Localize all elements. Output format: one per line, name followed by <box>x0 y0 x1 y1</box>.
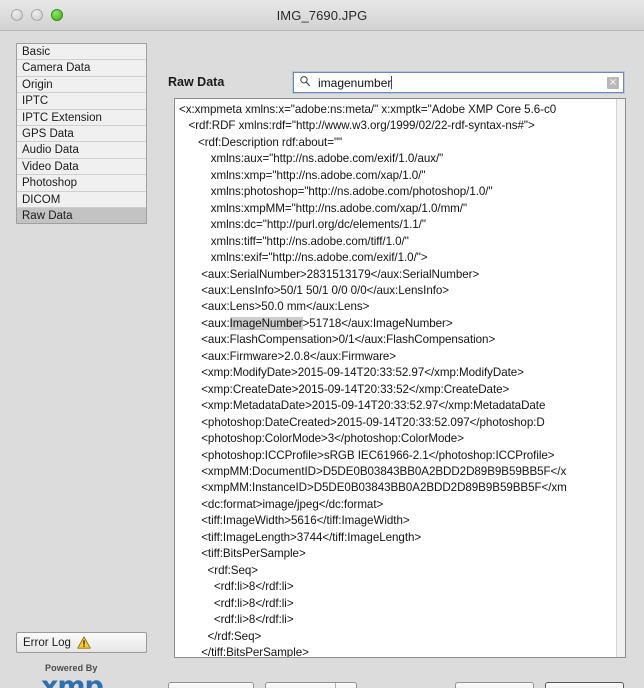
zoom-button[interactable] <box>51 9 63 21</box>
raw-data-line: <xmp:CreateDate>2015-09-14T20:33:52</xmp… <box>179 382 510 396</box>
sidebar-item-camera-data[interactable]: Camera Data <box>17 60 146 77</box>
raw-data-line: <rdf:RDF xmlns:rdf="http://www.w3.org/19… <box>179 119 535 133</box>
raw-data-line: </rdf:Seq> <box>179 629 262 643</box>
search-input-text: imagenumber <box>318 75 392 90</box>
text-cursor <box>391 75 393 89</box>
ok-button[interactable]: OK <box>545 682 624 688</box>
raw-data-section-label: Raw Data <box>168 75 225 89</box>
raw-data-line: <photoshop:DateCreated>2015-09-14T20:33:… <box>179 415 545 429</box>
search-field[interactable]: imagenumber × <box>293 72 624 93</box>
sidebar-item-dicom[interactable]: DICOM <box>17 191 146 208</box>
sidebar-item-label: Basic <box>22 46 51 58</box>
sidebar-item-label: Camera Data <box>22 62 91 75</box>
vertical-scrollbar[interactable] <box>616 99 625 657</box>
raw-data-line: <rdf:li>8</rdf:li> <box>179 580 294 594</box>
sidebar-item-video-data[interactable]: Video Data <box>17 158 146 176</box>
raw-data-lines: <x:xmpmeta xmlns:x="adobe:ns:meta/" x:xm… <box>175 99 616 657</box>
sidebar-item-label: Video Data <box>22 160 79 173</box>
sidebar-item-iptc-extension[interactable]: IPTC Extension <box>17 109 146 126</box>
raw-data-line: xmlns:aux="http://ns.adobe.com/exif/1.0/… <box>179 152 444 166</box>
raw-data-line: <photoshop:ColorMode>3</photoshop:ColorM… <box>179 432 464 446</box>
error-log-button[interactable]: Error Log <box>16 632 147 653</box>
template-divider <box>335 683 336 688</box>
search-match-highlight: ImageNumber <box>229 316 303 330</box>
sidebar-item-label: GPS Data <box>22 127 74 140</box>
window-title: IMG_7690.JPG <box>276 7 368 23</box>
raw-data-line: xmlns:xmp="http://ns.adobe.com/xap/1.0/" <box>179 168 426 182</box>
raw-data-line: <dc:format>image/jpeg</dc:format> <box>179 497 384 511</box>
warning-triangle-icon <box>77 636 91 649</box>
raw-data-line: <xmpMM:DocumentID>D5DE0B03843BB0A2BDD2D8… <box>179 464 567 478</box>
raw-data-line: </tiff:BitsPerSample> <box>179 645 309 657</box>
raw-data-line: xmlns:dc="http://purl.org/dc/elements/1.… <box>179 218 426 232</box>
raw-data-line: <rdf:Description rdf:about="" <box>179 135 343 149</box>
raw-data-line: xmlns:photoshop="http://ns.adobe.com/pho… <box>179 185 493 199</box>
sidebar-item-audio-data[interactable]: Audio Data <box>17 142 146 159</box>
raw-data-line: <aux:Lens>50.0 mm</aux:Lens> <box>179 300 370 314</box>
sidebar-item-raw-data[interactable]: Raw Data <box>17 207 146 223</box>
error-log-label: Error Log <box>23 636 71 649</box>
sidebar-item-label: Origin <box>22 78 53 91</box>
raw-data-line: <aux:FlashCompensation>0/1</aux:FlashCom… <box>179 333 496 347</box>
raw-data-line: <aux:Firmware>2.0.8</aux:Firmware> <box>179 349 397 363</box>
raw-data-line: <rdf:Seq> <box>179 563 259 577</box>
raw-data-text-area[interactable]: <x:xmpmeta xmlns:x="adobe:ns:meta/" x:xm… <box>174 98 626 658</box>
minimize-button[interactable] <box>31 9 43 21</box>
template-button[interactable]: Template ▼ <box>265 682 357 688</box>
category-list[interactable]: Basic Camera Data Origin IPTC IPTC Extension… <box>16 43 147 224</box>
window-controls <box>11 0 63 30</box>
raw-data-line: <x:xmpmeta xmlns:x="adobe:ns:meta/" x:xm… <box>179 103 557 116</box>
raw-data-line: <tiff:BitsPerSample> <box>179 547 306 561</box>
raw-data-line: xmlns:tiff="http://ns.adobe.com/tiff/1.0… <box>179 234 409 248</box>
cancel-button[interactable]: Cancel <box>455 682 534 688</box>
raw-data-line: <aux:SerialNumber>2831513179</aux:Serial… <box>179 267 480 281</box>
raw-data-line: <aux:LensInfo>50/1 50/1 0/0 0/0</aux:Len… <box>179 283 450 297</box>
sidebar-item-origin[interactable]: Origin <box>17 76 146 94</box>
sidebar-item-label: IPTC <box>22 95 49 108</box>
sidebar-item-gps-data[interactable]: GPS Data <box>17 125 146 143</box>
preferences-button[interactable]: Preferences <box>168 682 254 688</box>
raw-data-line: <xmp:ModifyDate>2015-09-14T20:33:52.97</… <box>179 366 524 380</box>
raw-data-line: <xmp:MetadataDate>2015-09-14T20:33:52.97… <box>179 399 546 413</box>
window-titlebar: IMG_7690.JPG <box>0 0 644 31</box>
raw-data-line: <aux:ImageNumber>51718</aux:ImageNumber> <box>179 316 453 330</box>
raw-data-line: <rdf:li>8</rdf:li> <box>179 613 294 627</box>
sidebar-item-photoshop[interactable]: Photoshop <box>17 175 146 192</box>
sidebar-item-label: Audio Data <box>22 144 79 157</box>
search-input-value[interactable]: imagenumber <box>318 75 607 90</box>
raw-data-line: <tiff:ImageLength>3744</tiff:ImageLength… <box>179 530 422 544</box>
xmp-brand-wordmark: xmp <box>41 671 104 688</box>
raw-data-line: <photoshop:ICCProfile>sRGB IEC61966-2.1<… <box>179 448 555 462</box>
raw-data-line: xmlns:xmpMM="http://ns.adobe.com/xap/1.0… <box>179 201 468 215</box>
dialog-body: Basic Camera Data Origin IPTC IPTC Extension… <box>0 31 644 688</box>
clear-icon[interactable]: × <box>607 76 619 89</box>
powered-by-xmp-logo: Powered By xmp <box>41 663 151 688</box>
sidebar-item-label: DICOM <box>22 193 61 206</box>
raw-data-line: <tiff:ImageWidth>5616</tiff:ImageWidth> <box>179 514 410 528</box>
close-button[interactable] <box>11 9 23 21</box>
xmp-file-info-window: IMG_7690.JPG Basic Camera Data Origin IPTC I… <box>0 0 644 688</box>
raw-data-line: <rdf:li>8</rdf:li> <box>179 596 294 610</box>
sidebar-item-iptc[interactable]: IPTC <box>17 93 146 110</box>
sidebar-item-label: Raw Data <box>22 209 73 222</box>
search-icon <box>299 74 311 92</box>
sidebar-item-label: IPTC Extension <box>22 111 102 124</box>
raw-data-line: xmlns:exif="http://ns.adobe.com/exif/1.0… <box>179 251 428 265</box>
sidebar-item-label: Photoshop <box>22 177 77 190</box>
raw-data-line: <xmpMM:InstanceID>D5DE0B03843BB0A2BDD2D8… <box>179 481 567 495</box>
sidebar-item-basic[interactable]: Basic <box>17 44 146 61</box>
